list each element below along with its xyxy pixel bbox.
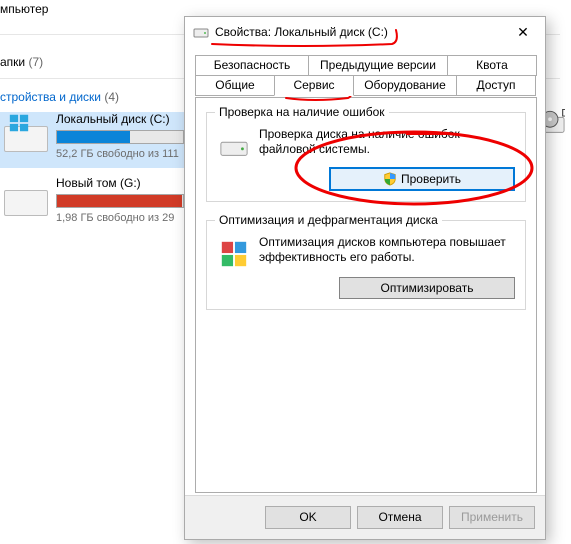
- defrag-icon: [219, 239, 249, 269]
- dialog-titlebar[interactable]: Свойства: Локальный диск (C:) ✕: [185, 17, 545, 47]
- tab-previous-versions[interactable]: Предыдущие версии: [308, 55, 448, 76]
- drive-name: Новый том (G:): [56, 176, 141, 190]
- uac-shield-icon: [383, 172, 397, 186]
- explorer-group-folders[interactable]: апки (7): [0, 55, 43, 69]
- tab-security[interactable]: Безопасность: [195, 55, 309, 76]
- explorer-heading-computer: мпьютер: [0, 2, 48, 16]
- tab-general[interactable]: Общие: [195, 75, 275, 96]
- check-button-label: Проверить: [401, 172, 461, 186]
- drive-icon: [193, 24, 209, 40]
- cancel-button[interactable]: Отмена: [357, 506, 443, 529]
- optimize-button[interactable]: Оптимизировать: [339, 277, 515, 299]
- folders-label: апки: [0, 55, 25, 69]
- drive-free-text: 1,98 ГБ свободно из 29: [56, 212, 174, 224]
- windows-icon: [8, 112, 30, 134]
- drive-usage-bar: [56, 194, 184, 208]
- devices-label: стройства и диски: [0, 90, 101, 104]
- drive-icon: [4, 190, 48, 216]
- check-button[interactable]: Проверить: [329, 167, 515, 191]
- tab-panel-tools: Проверка на наличие ошибок Проверка диск…: [195, 97, 537, 493]
- devices-count: (4): [104, 90, 119, 104]
- dialog-button-row: OK Отмена Применить: [185, 495, 545, 539]
- group-legend: Оптимизация и дефрагментация диска: [215, 213, 442, 227]
- apply-button[interactable]: Применить: [449, 506, 535, 529]
- close-button[interactable]: ✕: [501, 17, 545, 47]
- tab-hardware[interactable]: Оборудование: [353, 75, 457, 96]
- tab-tools[interactable]: Сервис: [274, 75, 354, 96]
- drive-check-icon: [219, 131, 249, 161]
- tab-row-1: Безопасность Предыдущие версии Квота: [195, 55, 537, 75]
- dialog-title: Свойства: Локальный диск (C:): [215, 17, 388, 47]
- tab-row-2: Общие Сервис Оборудование Доступ: [195, 75, 537, 95]
- group-optimize: Оптимизация и дефрагментация диска Оптим…: [206, 220, 526, 310]
- ok-button[interactable]: OK: [265, 506, 351, 529]
- drive-name: Локальный диск (C:): [56, 112, 170, 126]
- optimize-description: Оптимизация дисков компьютера повышает э…: [259, 235, 515, 265]
- folders-count: (7): [28, 55, 43, 69]
- group-error-checking: Проверка на наличие ошибок Проверка диск…: [206, 112, 526, 202]
- check-description: Проверка диска на наличие ошибок файлово…: [259, 127, 515, 157]
- drive-usage-bar: [56, 130, 184, 144]
- svg-text:D: D: [561, 108, 565, 119]
- tab-quota[interactable]: Квота: [447, 55, 537, 76]
- explorer-group-devices[interactable]: стройства и диски (4): [0, 90, 119, 104]
- tab-sharing[interactable]: Доступ: [456, 75, 536, 96]
- group-legend: Проверка на наличие ошибок: [215, 105, 389, 119]
- drive-free-text: 52,2 ГБ свободно из 111: [56, 148, 179, 160]
- properties-dialog: Свойства: Локальный диск (C:) ✕ Безопасн…: [184, 16, 546, 540]
